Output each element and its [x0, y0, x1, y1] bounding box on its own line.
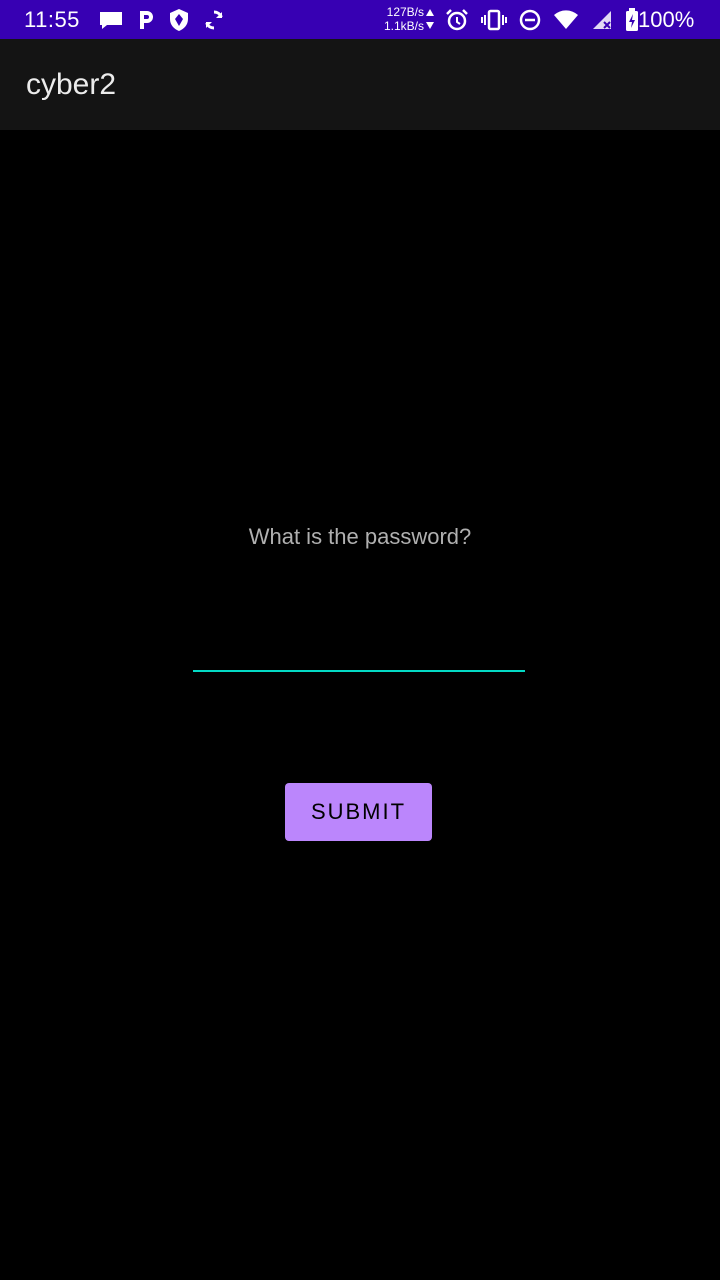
status-time: 11:55: [24, 7, 80, 32]
p-app-icon: [137, 9, 155, 31]
password-prompt: What is the password?: [248, 524, 472, 549]
notification-message-icon: [98, 10, 124, 30]
battery-percentage: 100%: [638, 7, 695, 32]
app-screen: 11:55 127B/s 1.1kB/s 100% cyber2 What is…: [0, 0, 720, 1280]
battery-charging-icon: [625, 8, 639, 32]
net-up-speed: 127B/s: [386, 5, 424, 19]
app-bar: cyber2: [0, 39, 720, 130]
password-field[interactable]: [193, 628, 525, 672]
up-down-arrows-icon: [425, 8, 435, 35]
status-bar: 11:55 127B/s 1.1kB/s 100%: [0, 0, 720, 39]
vpn-shield-icon: [168, 8, 190, 32]
sync-icon: [203, 9, 225, 31]
status-left-icons: [98, 7, 225, 33]
no-signal-icon: [591, 9, 613, 31]
net-down-speed: 1.1kB/s: [383, 19, 424, 33]
status-right-icons: [445, 7, 639, 33]
app-title: cyber2: [26, 68, 117, 101]
vibrate-icon: [481, 9, 507, 31]
submit-button[interactable]: SUBMIT: [285, 783, 432, 841]
do-not-disturb-icon: [519, 9, 541, 31]
wifi-icon: [553, 9, 579, 31]
network-speed: 127B/s 1.1kB/s: [374, 5, 424, 33]
alarm-icon: [445, 8, 469, 32]
